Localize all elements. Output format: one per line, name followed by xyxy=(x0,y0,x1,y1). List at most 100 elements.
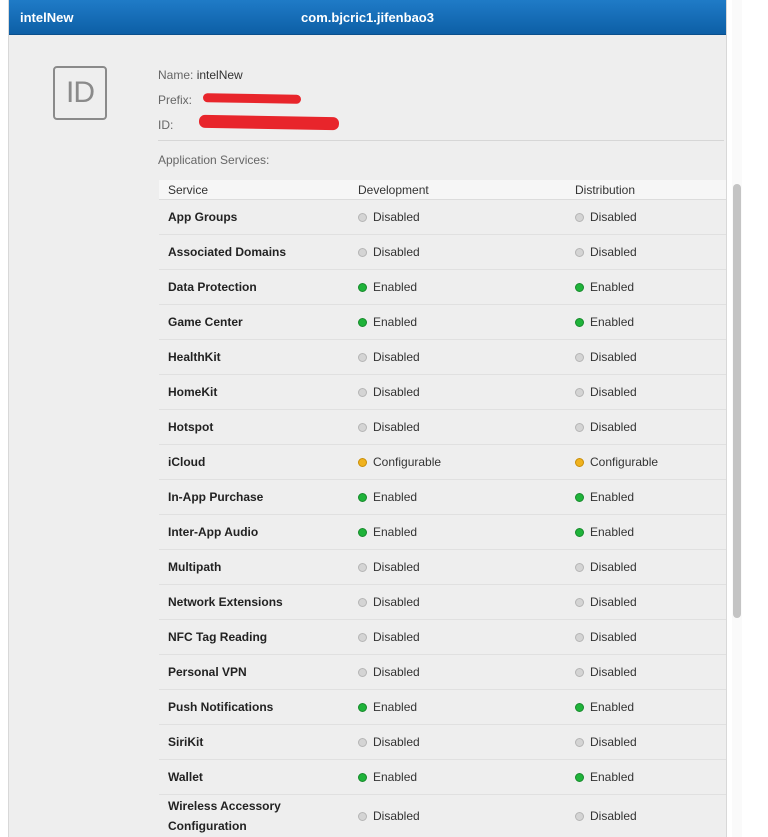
distribution-status-cell: Enabled xyxy=(566,479,726,515)
service-name: Inter-App Audio xyxy=(159,514,349,550)
development-status-cell: Disabled xyxy=(349,234,566,270)
disabled-status-dot-icon xyxy=(358,423,367,432)
name-value: intelNew xyxy=(196,68,243,82)
development-status-cell: Disabled xyxy=(349,724,566,760)
divider xyxy=(158,140,724,141)
development-status-cell: Disabled xyxy=(349,199,566,235)
prefix-redaction-mark xyxy=(202,93,302,104)
service-name: Push Notifications xyxy=(159,689,349,725)
development-status-text: Disabled xyxy=(373,735,420,749)
development-status-cell: Enabled xyxy=(349,479,566,515)
enabled-status-dot-icon xyxy=(358,703,367,712)
disabled-status-dot-icon xyxy=(358,248,367,257)
scrollbar-thumb[interactable] xyxy=(733,184,741,618)
id-row: ID: xyxy=(158,118,173,132)
service-name: Wireless Accessory Configuration xyxy=(159,794,349,837)
development-status-text: Disabled xyxy=(373,630,420,644)
development-status-cell: Enabled xyxy=(349,304,566,340)
services-table: Service Development Distribution App Gro… xyxy=(159,180,726,837)
distribution-status-cell: Enabled xyxy=(566,759,726,795)
column-header-service: Service xyxy=(159,180,349,200)
service-name: App Groups xyxy=(159,199,349,235)
development-status-text: Disabled xyxy=(373,809,420,823)
development-status-cell: Disabled xyxy=(349,339,566,375)
enabled-status-dot-icon xyxy=(575,528,584,537)
development-status-cell: Enabled xyxy=(349,689,566,725)
development-status-text: Enabled xyxy=(373,525,418,539)
development-status-text: Disabled xyxy=(373,385,420,399)
disabled-status-dot-icon xyxy=(358,388,367,397)
development-status-text: Disabled xyxy=(373,595,420,609)
disabled-status-dot-icon xyxy=(575,563,584,572)
service-name: Network Extensions xyxy=(159,584,349,620)
distribution-status-cell: Disabled xyxy=(566,234,726,270)
development-status-text: Disabled xyxy=(373,665,420,679)
development-status-cell: Disabled xyxy=(349,409,566,445)
development-status-cell: Disabled xyxy=(349,794,566,837)
distribution-status-cell: Enabled xyxy=(566,514,726,550)
distribution-status-text: Disabled xyxy=(590,350,637,364)
service-name: In-App Purchase xyxy=(159,479,349,515)
disabled-status-dot-icon xyxy=(358,812,367,821)
distribution-status-cell: Configurable xyxy=(566,444,726,480)
configurable-status-dot-icon xyxy=(358,458,367,467)
disabled-status-dot-icon xyxy=(575,213,584,222)
distribution-status-text: Enabled xyxy=(590,700,635,714)
development-status-cell: Disabled xyxy=(349,584,566,620)
prefix-label: Prefix: xyxy=(158,93,193,107)
service-name: HealthKit xyxy=(159,339,349,375)
table-row: App Groups Disabled Disabled xyxy=(159,199,726,235)
distribution-status-cell: Disabled xyxy=(566,619,726,655)
service-name: iCloud xyxy=(159,444,349,480)
service-name: SiriKit xyxy=(159,724,349,760)
configurable-status-dot-icon xyxy=(575,458,584,467)
development-status-text: Disabled xyxy=(373,560,420,574)
distribution-status-text: Disabled xyxy=(590,245,637,259)
disabled-status-dot-icon xyxy=(575,423,584,432)
section-title: Application Services: xyxy=(158,153,270,167)
service-name: Hotspot xyxy=(159,409,349,445)
bundle-id-title: com.bjcric1.jifenbao3 xyxy=(301,10,434,25)
enabled-status-dot-icon xyxy=(575,493,584,502)
disabled-status-dot-icon xyxy=(575,738,584,747)
distribution-status-text: Disabled xyxy=(590,809,637,823)
disabled-status-dot-icon xyxy=(358,353,367,362)
id-label: ID: xyxy=(158,118,174,132)
distribution-status-text: Disabled xyxy=(590,560,637,574)
development-status-text: Disabled xyxy=(373,350,420,364)
development-status-text: Enabled xyxy=(373,700,418,714)
table-row: Personal VPN Disabled Disabled xyxy=(159,654,726,690)
distribution-status-text: Disabled xyxy=(590,595,637,609)
table-row: Wallet Enabled Enabled xyxy=(159,759,726,795)
disabled-status-dot-icon xyxy=(358,563,367,572)
app-id-detail-panel: intelNew com.bjcric1.jifenbao3 ID Name: … xyxy=(8,0,727,837)
distribution-status-cell: Enabled xyxy=(566,269,726,305)
service-name: NFC Tag Reading xyxy=(159,619,349,655)
disabled-status-dot-icon xyxy=(358,213,367,222)
distribution-status-text: Disabled xyxy=(590,665,637,679)
disabled-status-dot-icon xyxy=(358,633,367,642)
development-status-text: Enabled xyxy=(373,280,418,294)
disabled-status-dot-icon xyxy=(358,668,367,677)
development-status-cell: Configurable xyxy=(349,444,566,480)
disabled-status-dot-icon xyxy=(575,812,584,821)
name-row: Name: intelNew xyxy=(158,68,243,82)
distribution-status-text: Disabled xyxy=(590,735,637,749)
enabled-status-dot-icon xyxy=(575,318,584,327)
table-row: Associated Domains Disabled Disabled xyxy=(159,234,726,270)
distribution-status-cell: Disabled xyxy=(566,584,726,620)
distribution-status-cell: Disabled xyxy=(566,339,726,375)
service-name: Multipath xyxy=(159,549,349,585)
development-status-text: Enabled xyxy=(373,315,418,329)
enabled-status-dot-icon xyxy=(358,773,367,782)
enabled-status-dot-icon xyxy=(575,703,584,712)
distribution-status-text: Disabled xyxy=(590,210,637,224)
disabled-status-dot-icon xyxy=(575,633,584,642)
disabled-status-dot-icon xyxy=(358,598,367,607)
enabled-status-dot-icon xyxy=(358,318,367,327)
disabled-status-dot-icon xyxy=(575,248,584,257)
table-row: Game Center Enabled Enabled xyxy=(159,304,726,340)
disabled-status-dot-icon xyxy=(575,668,584,677)
service-name: Wallet xyxy=(159,759,349,795)
enabled-status-dot-icon xyxy=(575,283,584,292)
